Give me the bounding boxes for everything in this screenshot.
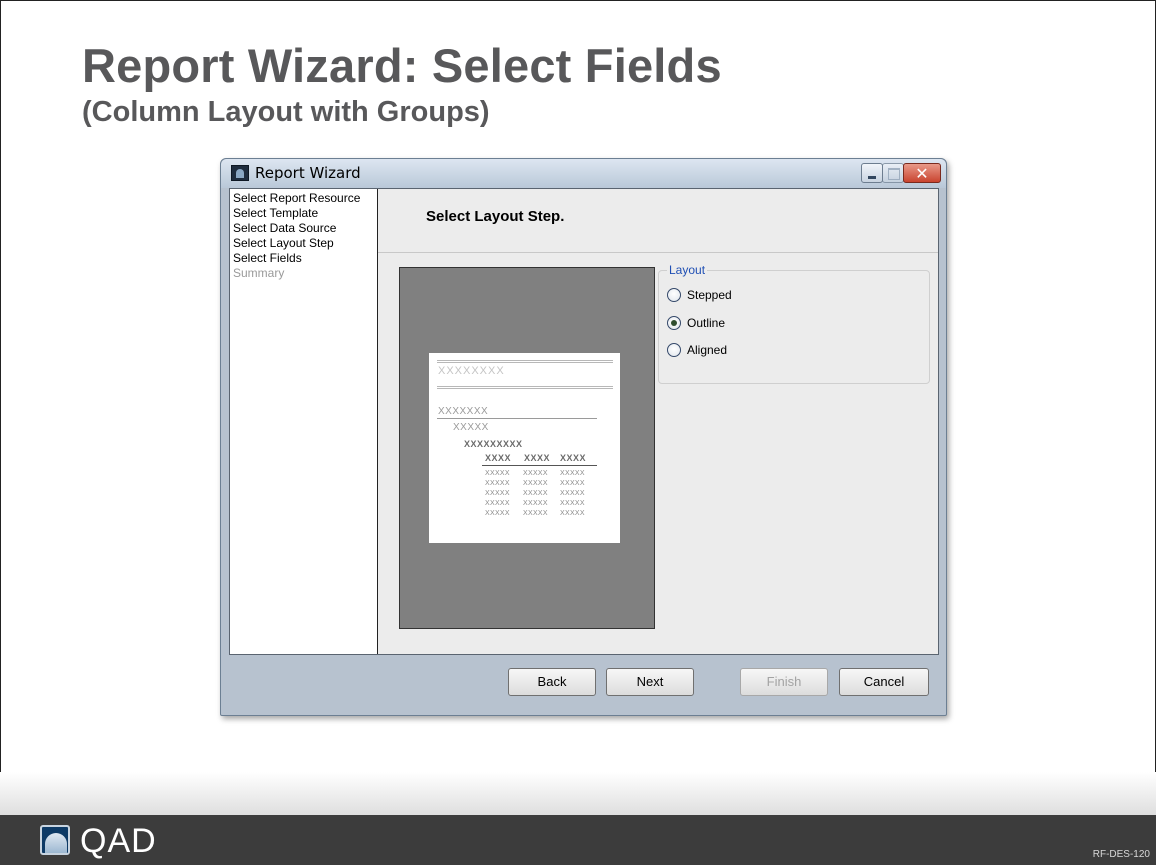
- slide-subtitle: (Column Layout with Groups): [82, 96, 490, 128]
- preview-group-1: XXXXXXX: [438, 406, 489, 417]
- footer-bar: QAD RF-DES-120: [0, 815, 1156, 865]
- next-button[interactable]: Next: [606, 668, 694, 696]
- preview-column-header-2: XXXX: [524, 453, 551, 463]
- preview-cell: XXXXX: [485, 510, 510, 517]
- radio-outline-label: Outline: [687, 316, 726, 330]
- report-wizard-app-icon: [231, 165, 249, 181]
- wizard-body: Select Report Resource Select Template S…: [229, 188, 939, 655]
- step-select-template[interactable]: Select Template: [233, 206, 377, 221]
- preview-cell: XXXXX: [560, 510, 585, 517]
- preview-cell: XXXXX: [485, 480, 510, 487]
- step-select-layout-step[interactable]: Select Layout Step: [233, 236, 377, 251]
- step-summary: Summary: [233, 266, 285, 280]
- layout-options-group: Layout Stepped Outline Aligned: [658, 263, 930, 384]
- preview-group-3: XXXXXXXXX: [464, 439, 523, 449]
- radio-outline[interactable]: [667, 316, 681, 330]
- step-select-data-source[interactable]: Select Data Source: [233, 221, 377, 236]
- footer-fade: [0, 772, 1156, 816]
- preview-cell: XXXXX: [523, 510, 548, 517]
- minimize-button[interactable]: [861, 163, 883, 183]
- close-icon: ✕: [915, 164, 929, 183]
- wizard-steps-list: Select Report Resource Select Template S…: [230, 189, 378, 654]
- preview-column-header-1: XXXX: [485, 453, 512, 463]
- preview-cell: XXXXX: [523, 470, 548, 477]
- maximize-button[interactable]: [882, 163, 904, 183]
- step-select-report-resource[interactable]: Select Report Resource: [233, 191, 377, 206]
- preview-cell: XXXXX: [560, 500, 585, 507]
- preview-cell: XXXXX: [523, 490, 548, 497]
- radio-stepped-label: Stepped: [687, 288, 732, 302]
- window-titlebar[interactable]: Report Wizard ✕: [221, 159, 946, 188]
- preview-cell: XXXXX: [560, 480, 585, 487]
- preview-cell: XXXXX: [560, 470, 585, 477]
- layout-preview: XXXXXXXX XXXXXXX XXXXX XXXXXXXXX XXXX XX…: [399, 267, 655, 629]
- radio-stepped[interactable]: [667, 288, 681, 302]
- preview-column-rule: [482, 465, 597, 466]
- radio-aligned[interactable]: [667, 343, 681, 357]
- slide-title: Report Wizard: Select Fields: [82, 39, 722, 92]
- radio-aligned-label: Aligned: [687, 343, 728, 357]
- layout-option-stepped[interactable]: Stepped: [667, 288, 732, 302]
- finish-button: Finish: [740, 668, 828, 696]
- step-heading: Select Layout Step.: [426, 208, 565, 225]
- preview-cell: XXXXX: [485, 490, 510, 497]
- preview-cell: XXXXX: [485, 500, 510, 507]
- layout-option-aligned[interactable]: Aligned: [667, 343, 727, 357]
- preview-cell: XXXXX: [523, 500, 548, 507]
- cancel-button[interactable]: Cancel: [839, 668, 929, 696]
- preview-report-header: XXXXXXXX: [438, 365, 505, 377]
- report-wizard-window: Report Wizard ✕ Select Report Resource S…: [220, 158, 947, 716]
- qad-logo-icon: [40, 825, 70, 855]
- layout-group-legend: Layout: [667, 263, 708, 277]
- step-header: Select Layout Step.: [378, 189, 938, 253]
- preview-group-rule: [437, 418, 597, 419]
- qad-logo-text: QAD: [80, 822, 157, 860]
- back-button[interactable]: Back: [508, 668, 596, 696]
- preview-cell: XXXXX: [560, 490, 585, 497]
- preview-group-2: XXXXX: [453, 422, 489, 433]
- layout-option-outline[interactable]: Outline: [667, 316, 725, 330]
- preview-cell: XXXXX: [523, 480, 548, 487]
- preview-column-header-3: XXXX: [560, 453, 587, 463]
- step-select-fields[interactable]: Select Fields: [233, 251, 377, 266]
- slide-code: RF-DES-120: [1092, 849, 1150, 860]
- layout-preview-page: XXXXXXXX XXXXXXX XXXXX XXXXXXXXX XXXX XX…: [429, 353, 620, 543]
- preview-cell: XXXXX: [485, 470, 510, 477]
- preview-divider: [437, 360, 613, 363]
- preview-divider: [437, 386, 613, 389]
- window-title: Report Wizard: [255, 164, 361, 182]
- close-button[interactable]: ✕: [903, 163, 941, 183]
